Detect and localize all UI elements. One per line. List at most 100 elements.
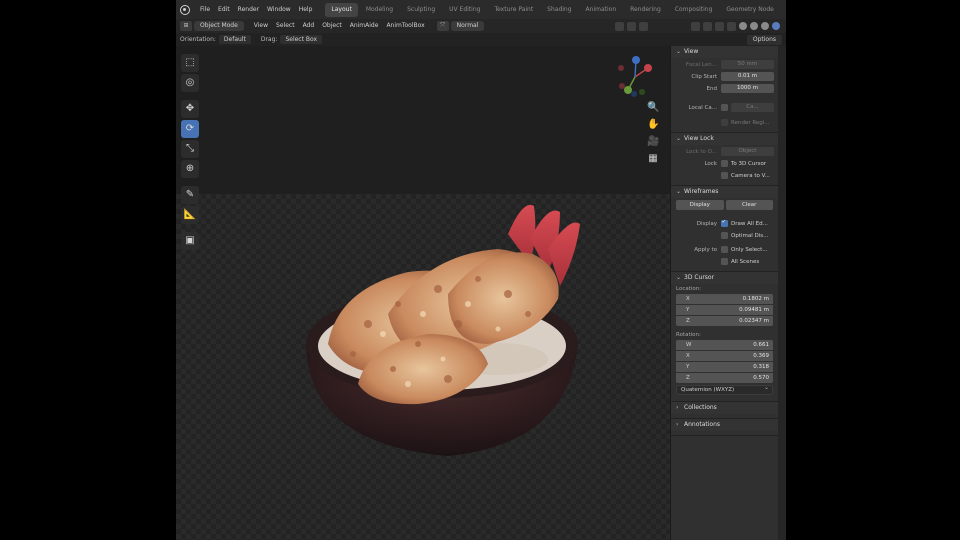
rotation-label: Rotation: [676, 332, 701, 338]
clip-start-field[interactable]: 0.01 m [721, 72, 774, 81]
overlay-toggle-icon[interactable] [715, 21, 724, 31]
viewport-header: ⊞ Object Mode View Select Add Object Ani… [176, 19, 786, 33]
only-selected-checkbox[interactable] [721, 246, 728, 253]
menu-animtoolbox[interactable]: AnimToolBox [382, 19, 428, 33]
local-camera-checkbox[interactable] [721, 104, 728, 111]
chevron-down-icon: ⌄ [676, 274, 682, 281]
view-lock-header[interactable]: ⌄ View Lock [671, 133, 778, 145]
transform-orientation-icon[interactable]: ⤧ [436, 21, 449, 31]
perspective-toggle-icon[interactable]: ▦ [647, 153, 659, 165]
tab-shading[interactable]: Shading [541, 3, 577, 17]
camera-view-icon[interactable]: 🎥 [647, 136, 659, 148]
transform-tool-icon[interactable]: ⊕ [181, 160, 199, 178]
menu-render[interactable]: Render [234, 0, 263, 19]
transform-orientation-dropdown[interactable]: Normal [450, 21, 485, 31]
proportional-edit-icon[interactable] [639, 21, 648, 31]
location-y-field[interactable]: Y 0.09481 m [676, 305, 773, 315]
location-z-field[interactable]: Z 0.02347 m [676, 316, 773, 326]
menu-window[interactable]: Window [263, 0, 295, 19]
cursor-tool-icon[interactable]: ◎ [181, 74, 199, 92]
camera-to-view-checkbox[interactable] [721, 172, 728, 179]
wireframes-header[interactable]: ⌄ Wireframes [671, 186, 778, 198]
render-region-checkbox[interactable] [721, 119, 728, 126]
wireframe-clear-button[interactable]: Clear [725, 200, 773, 210]
shading-material-icon[interactable] [761, 22, 769, 30]
move-tool-icon[interactable]: ✥ [181, 100, 199, 118]
visibility-icon[interactable] [691, 21, 700, 31]
blender-logo-icon[interactable] [180, 4, 190, 15]
drag-label: Drag: [260, 36, 278, 43]
shading-solid-icon[interactable] [750, 22, 758, 30]
draw-all-edges-checkbox[interactable] [721, 220, 728, 227]
to-3d-cursor-label: To 3D Cursor [731, 160, 767, 167]
chevron-down-icon: ⌄ [676, 48, 682, 55]
menu-object[interactable]: Object [318, 19, 346, 33]
menu-add[interactable]: Add [299, 19, 319, 33]
zoom-icon[interactable]: 🔍 [647, 102, 659, 114]
tab-animation[interactable]: Animation [580, 3, 623, 17]
draw-all-edges-label: Draw All Ed... [731, 220, 768, 227]
tab-rendering[interactable]: Rendering [624, 3, 667, 17]
3d-viewport[interactable]: ⬚ ◎ ✥ ⟳ ⤡ ⊕ ✎ 📐 ▣ 🔍 ✋ 🎥 ▦ [176, 46, 670, 540]
chevron-right-icon: › [676, 404, 679, 411]
editor-type-icon[interactable]: ⊞ [180, 21, 192, 31]
collections-header[interactable]: › Collections [671, 402, 778, 414]
focal-length-field[interactable]: 50 mm [721, 60, 774, 69]
scale-tool-icon[interactable]: ⤡ [181, 140, 199, 158]
orientation-dropdown[interactable]: Default [218, 35, 251, 44]
pan-hand-icon[interactable]: ✋ [647, 119, 659, 131]
menu-file[interactable]: File [196, 0, 214, 19]
gizmo-toggle-icon[interactable] [703, 21, 712, 31]
view-panel-header[interactable]: ⌄ View [671, 46, 778, 58]
tab-texture-paint[interactable]: Texture Paint [488, 3, 539, 17]
xray-toggle-icon[interactable] [727, 21, 736, 31]
tab-compositing[interactable]: Compositing [669, 3, 719, 17]
snap-icon[interactable] [627, 21, 636, 31]
tab-layout[interactable]: Layout [325, 2, 358, 17]
measure-tool-icon[interactable]: 📐 [181, 206, 199, 224]
menu-view[interactable]: View [250, 19, 272, 33]
menu-help[interactable]: Help [295, 0, 317, 19]
tab-uv-editing[interactable]: UV Editing [443, 3, 486, 17]
rotate-tool-icon[interactable]: ⟳ [181, 120, 199, 138]
navigation-gizmo[interactable] [612, 54, 658, 100]
header-right-controls [615, 21, 786, 31]
tool-settings-bar: Orientation: Default Drag: Select Box Op… [176, 33, 786, 46]
select-box-tool-icon[interactable]: ⬚ [181, 54, 199, 72]
rotation-mode-dropdown[interactable]: Quaternion (WXYZ) [676, 384, 773, 395]
annotate-tool-icon[interactable]: ✎ [181, 186, 199, 204]
menu-animaide[interactable]: AnimAide [346, 19, 383, 33]
local-camera-field[interactable]: Ca... [731, 103, 774, 112]
location-x-field[interactable]: X 0.1802 m [676, 294, 773, 304]
to-3d-cursor-checkbox[interactable] [721, 160, 728, 167]
tab-geometry-nodes[interactable]: Geometry Node [720, 3, 779, 17]
lock-to-object-field[interactable]: Object [721, 147, 774, 156]
clip-end-label: End [706, 85, 717, 92]
add-cube-tool-icon[interactable]: ▣ [181, 232, 199, 250]
shading-rendered-icon[interactable] [772, 22, 780, 30]
tab-sculpting[interactable]: Sculpting [401, 3, 441, 17]
clip-end-field[interactable]: 1000 m [721, 84, 774, 93]
menu-select[interactable]: Select [272, 19, 299, 33]
rotation-z-field[interactable]: Z 0.570 [676, 373, 773, 383]
menu-edit[interactable]: Edit [214, 0, 234, 19]
optimal-display-checkbox[interactable] [721, 232, 728, 239]
rotation-w-field[interactable]: W 0.661 [676, 340, 773, 350]
optimal-display-label: Optimal Dis... [731, 232, 769, 239]
rotation-y-field[interactable]: Y 0.318 [676, 362, 773, 372]
mode-dropdown[interactable]: Object Mode [194, 21, 244, 31]
rotation-x-field[interactable]: X 0.369 [676, 351, 773, 361]
annotations-header[interactable]: › Annotations [671, 419, 778, 431]
tab-modeling[interactable]: Modeling [360, 3, 399, 17]
all-scenes-checkbox[interactable] [721, 258, 728, 265]
wireframe-display-button[interactable]: Display [676, 200, 724, 210]
drag-dropdown[interactable]: Select Box [280, 35, 323, 44]
options-button[interactable]: Options [746, 34, 782, 45]
orientation-label: Orientation: [180, 36, 216, 43]
sidebar-tab-strip[interactable] [778, 46, 786, 540]
location-vector: X 0.1802 m Y 0.09481 m Z 0.02347 m [671, 294, 778, 326]
shading-wireframe-icon[interactable] [739, 22, 747, 30]
pivot-icon[interactable] [615, 21, 624, 31]
3d-cursor-header[interactable]: ⌄ 3D Cursor [671, 272, 778, 284]
local-camera-label: Local Ca... [688, 104, 717, 111]
